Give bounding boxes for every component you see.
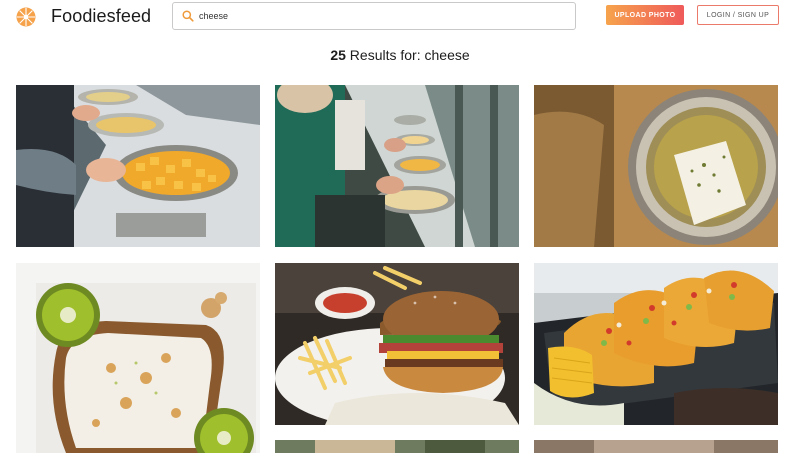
photo-card[interactable] — [534, 440, 778, 453]
photo-image — [275, 440, 519, 453]
photo-card[interactable] — [275, 263, 519, 425]
photo-image — [16, 85, 260, 247]
photo-card[interactable] — [16, 263, 260, 453]
photo-image — [534, 263, 778, 425]
photo-image — [534, 85, 778, 247]
photo-image — [534, 440, 778, 453]
photo-card[interactable] — [275, 440, 519, 453]
photo-card[interactable] — [534, 263, 778, 425]
photo-grid — [0, 0, 800, 453]
photo-image — [275, 263, 519, 425]
photo-card[interactable] — [16, 85, 260, 247]
photo-card[interactable] — [534, 85, 778, 247]
photo-image — [16, 263, 260, 453]
photo-card[interactable] — [275, 85, 519, 247]
photo-image — [275, 85, 519, 247]
